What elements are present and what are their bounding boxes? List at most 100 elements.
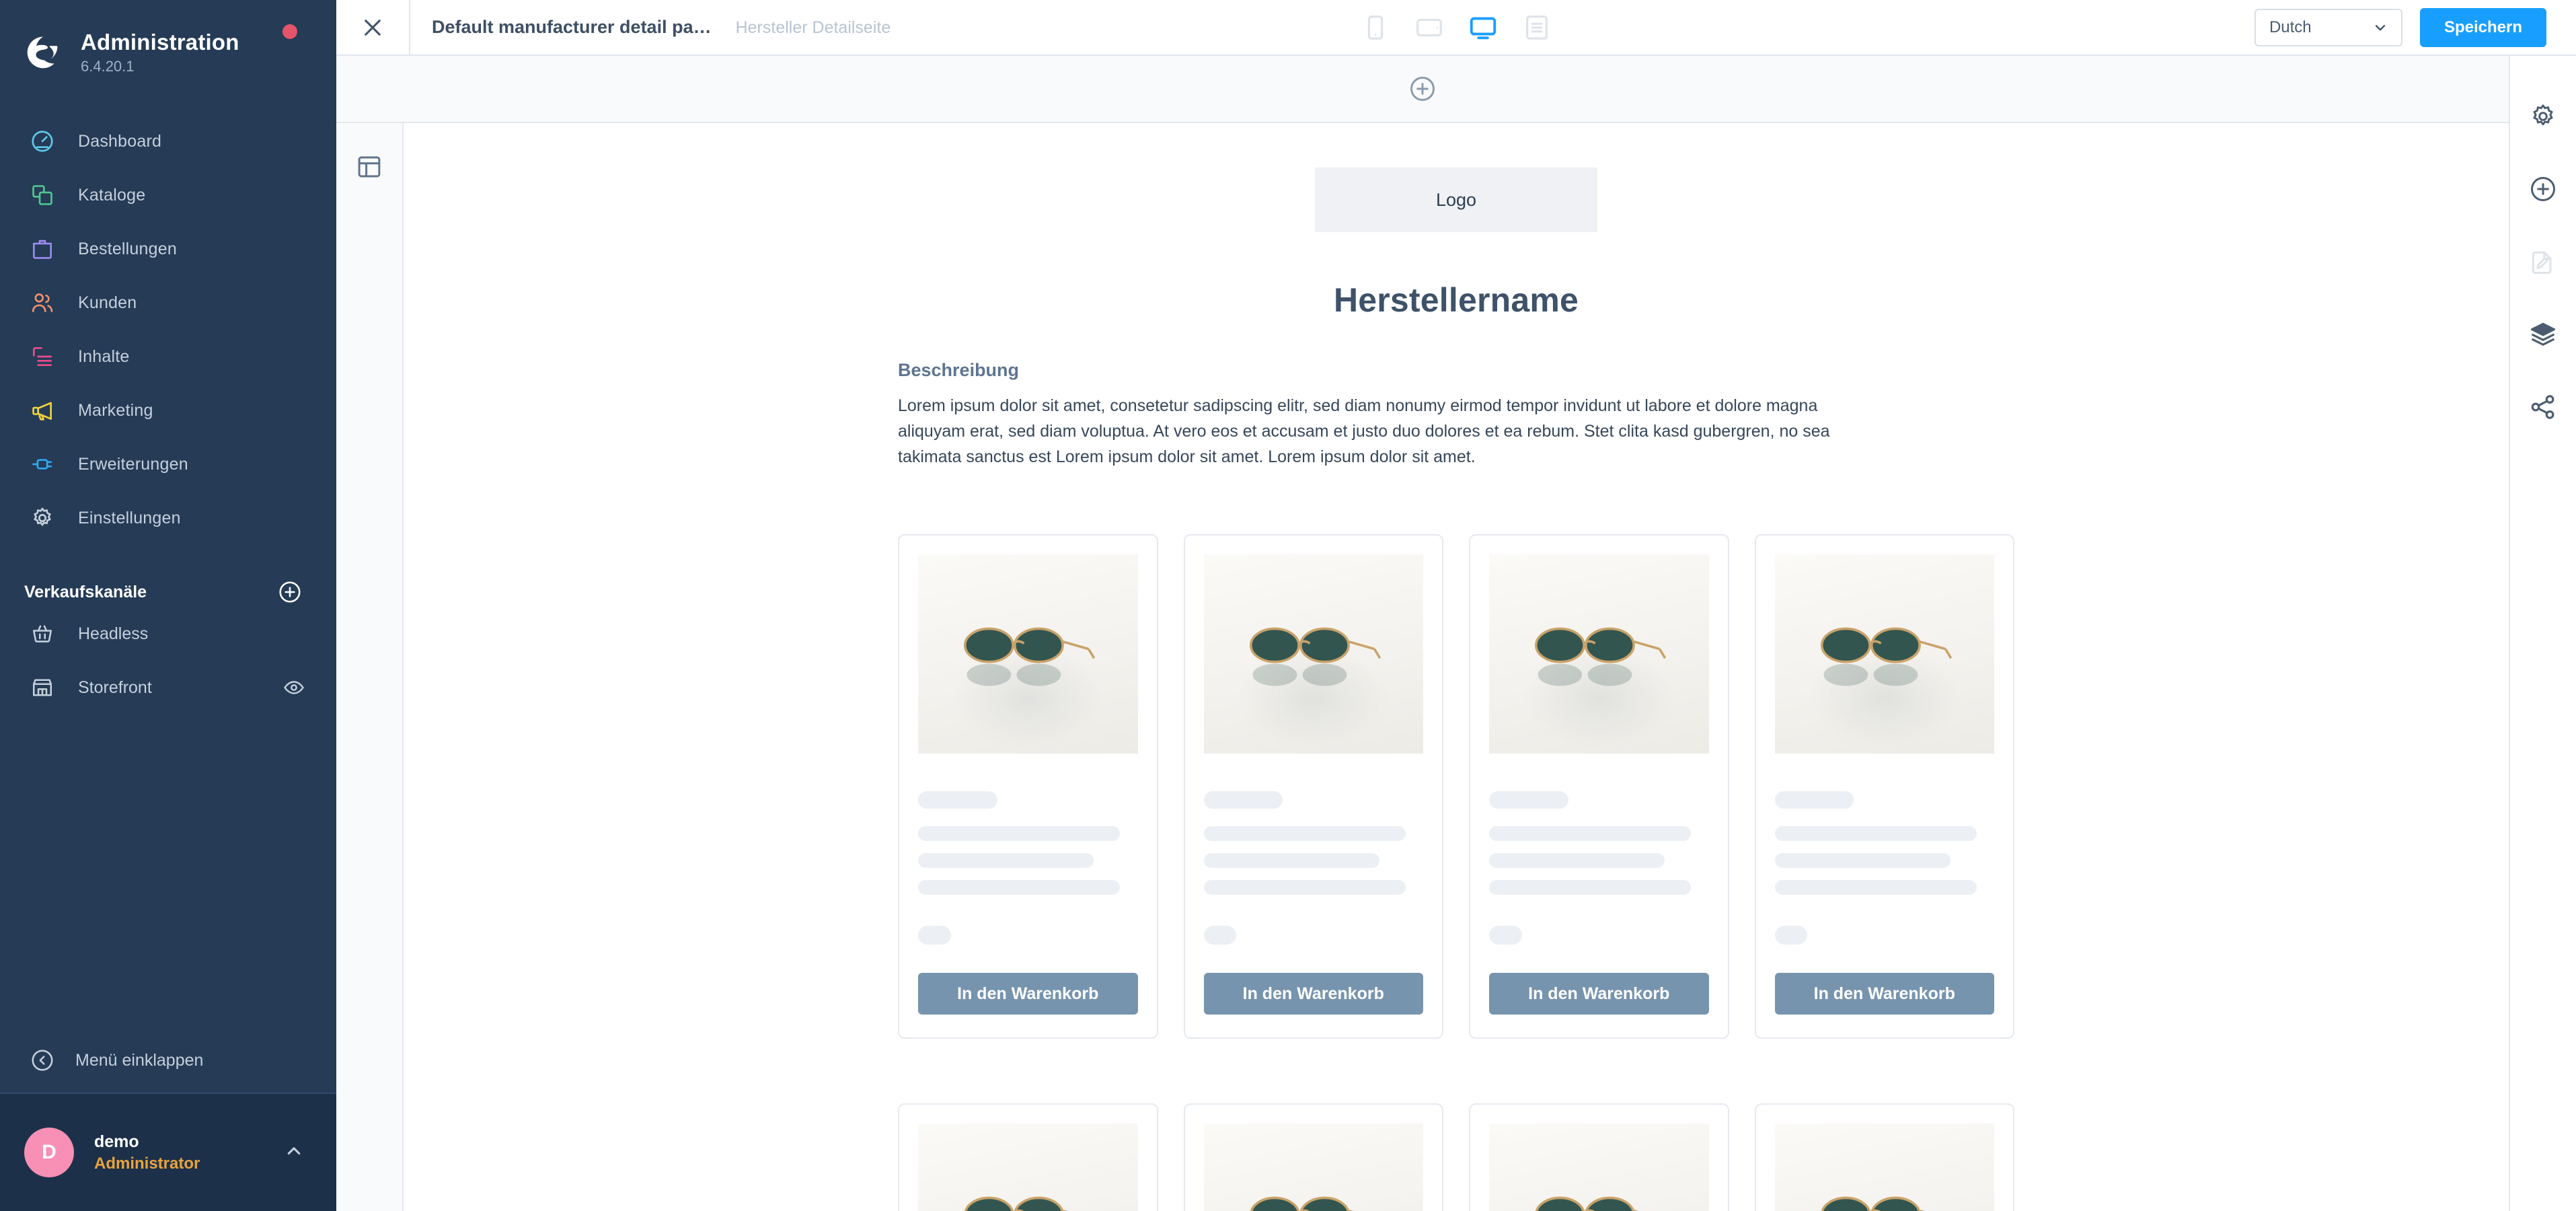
layout-panel-icon[interactable] [355, 153, 383, 181]
product-card[interactable]: In den Warenkorb [1754, 1103, 2014, 1211]
product-text-skeleton [918, 853, 1094, 868]
product-image [1774, 1124, 1994, 1211]
marketing-megaphone-icon [24, 392, 61, 429]
add-section-bar [336, 56, 2509, 123]
product-grid-row-1: In den Warenkorb In den Warenkorb In den… [898, 534, 2014, 1039]
sidebar-item-label: Headless [78, 624, 149, 643]
stage: Logo Herstellername Beschreibung Lorem i… [336, 123, 2509, 1211]
sidebar-item-label: Einstellungen [78, 508, 181, 527]
sunglasses-illustration-icon [1820, 627, 1953, 686]
chevron-down-icon [2372, 19, 2389, 36]
editor-body: Logo Herstellername Beschreibung Lorem i… [336, 56, 2576, 1211]
sidebar-item-kataloge[interactable]: Kataloge [0, 168, 336, 222]
canvas-inner: Logo Herstellername Beschreibung Lorem i… [898, 168, 2014, 1211]
description-title: Beschreibung [898, 360, 1020, 380]
sidebar-item-label: Inhalte [78, 346, 130, 366]
content-list-icon [24, 338, 61, 375]
sidebar-item-headless[interactable]: Headless [0, 607, 336, 661]
user-role: Administrator [94, 1154, 200, 1173]
collapse-menu-label: Menü einklappen [75, 1050, 204, 1070]
close-x-icon [360, 15, 385, 40]
product-card[interactable]: In den Warenkorb [1469, 534, 1729, 1039]
logo-placeholder-block[interactable]: Logo [1315, 168, 1597, 232]
brand-header[interactable]: Administration 6.4.20.1 [0, 0, 336, 79]
add-to-cart-button[interactable]: In den Warenkorb [1774, 973, 1994, 1015]
description-body: Lorem ipsum dolor sit amet, consetetur s… [898, 396, 1830, 466]
product-title-skeleton [1203, 791, 1283, 809]
right-tool-rail [2509, 56, 2576, 1211]
product-text-skeleton [918, 880, 1121, 895]
product-card[interactable]: In den Warenkorb [1183, 1103, 1443, 1211]
product-text-skeleton [1774, 826, 1977, 841]
shopware-logo-icon [24, 34, 62, 71]
tablet-icon [1414, 12, 1445, 43]
settings-gear-icon [24, 500, 61, 536]
product-price-skeleton [1203, 926, 1237, 945]
device-tablet-button[interactable] [1413, 11, 1445, 44]
sunglasses-illustration-icon [1250, 1196, 1354, 1211]
sidebar-item-storefront[interactable]: Storefront [0, 661, 336, 714]
product-text-skeleton [1489, 826, 1692, 841]
close-editor-button[interactable] [336, 0, 410, 55]
product-image [1489, 554, 1709, 754]
product-title-skeleton [1489, 791, 1568, 809]
sidebar-item-einstellungen[interactable]: Einstellungen [0, 491, 336, 545]
add-to-cart-button[interactable]: In den Warenkorb [1489, 973, 1709, 1015]
product-title-skeleton [1774, 791, 1854, 809]
topbar-actions: Dutch Speichern [2254, 7, 2576, 47]
sunglasses-illustration-icon [1535, 627, 1667, 686]
product-card[interactable]: In den Warenkorb [898, 534, 1158, 1039]
device-mobile-button[interactable] [1359, 11, 1392, 44]
product-card[interactable]: In den Warenkorb [1183, 534, 1443, 1039]
save-button[interactable]: Speichern [2419, 7, 2546, 47]
device-form-button[interactable] [1521, 11, 1553, 44]
rail-settings-button[interactable] [2509, 80, 2576, 153]
stage-left-rail [336, 123, 404, 1211]
collapse-menu-button[interactable]: Menü einklappen [0, 1028, 336, 1093]
product-price-skeleton [1774, 926, 1808, 945]
chevron-left-circle-icon [24, 1048, 55, 1073]
sidebar-item-bestellungen[interactable]: Bestellungen [0, 222, 336, 276]
language-value: Dutch [2269, 17, 2312, 36]
plus-circle-icon[interactable] [277, 579, 303, 605]
rail-edit-button[interactable] [2509, 225, 2576, 298]
device-desktop-button[interactable] [1467, 11, 1499, 44]
sidebar-item-marketing[interactable]: Marketing [0, 383, 336, 437]
sunglasses-illustration-icon [964, 1196, 1068, 1211]
description-block[interactable]: Beschreibung Lorem ipsum dolor sit amet,… [898, 360, 2014, 470]
sidebar-item-erweiterungen[interactable]: Erweiterungen [0, 437, 336, 491]
add-to-cart-button[interactable]: In den Warenkorb [918, 973, 1138, 1015]
notification-dot-icon[interactable] [282, 24, 297, 39]
product-card[interactable]: In den Warenkorb [898, 1103, 1158, 1211]
sidebar-item-kunden[interactable]: Kunden [0, 276, 336, 330]
chevron-up-icon[interactable] [282, 1140, 305, 1166]
page-title: Default manufacturer detail pa… [432, 17, 712, 37]
device-preview-group [1359, 11, 1553, 44]
editor-title-group: Default manufacturer detail pa… Herstell… [432, 17, 891, 38]
product-text-skeleton [1203, 880, 1406, 895]
extensions-plug-icon [24, 446, 61, 482]
product-image [1203, 554, 1423, 754]
sidebar-item-inhalte[interactable]: Inhalte [0, 330, 336, 383]
sidebar-item-label: Storefront [78, 677, 152, 697]
product-card[interactable]: In den Warenkorb [1469, 1103, 1729, 1211]
language-select[interactable]: Dutch [2254, 8, 2402, 46]
sidebar-item-dashboard[interactable]: Dashboard [0, 114, 336, 168]
rail-share-button[interactable] [2509, 371, 2576, 443]
add-to-cart-button[interactable]: In den Warenkorb [1203, 973, 1423, 1015]
product-card[interactable]: In den Warenkorb [1754, 534, 2014, 1039]
eye-icon[interactable] [282, 676, 305, 699]
user-account-row[interactable]: D demo Administrator [0, 1093, 336, 1211]
share-icon [2528, 392, 2558, 422]
rail-layers-button[interactable] [2509, 298, 2576, 371]
stage-column: Logo Herstellername Beschreibung Lorem i… [336, 56, 2509, 1211]
sidebar-item-label: Erweiterungen [78, 454, 188, 474]
product-grid-row-2: In den Warenkorb [898, 1103, 2014, 1211]
primary-navigation: Dashboard Kataloge Bestellungen Kunden I… [0, 114, 336, 545]
product-text-skeleton [1489, 853, 1665, 868]
orders-bag-icon [24, 231, 61, 267]
plus-circle-icon[interactable] [1408, 74, 1437, 104]
sunglasses-illustration-icon [1535, 1196, 1639, 1211]
rail-add-button[interactable] [2509, 153, 2576, 225]
